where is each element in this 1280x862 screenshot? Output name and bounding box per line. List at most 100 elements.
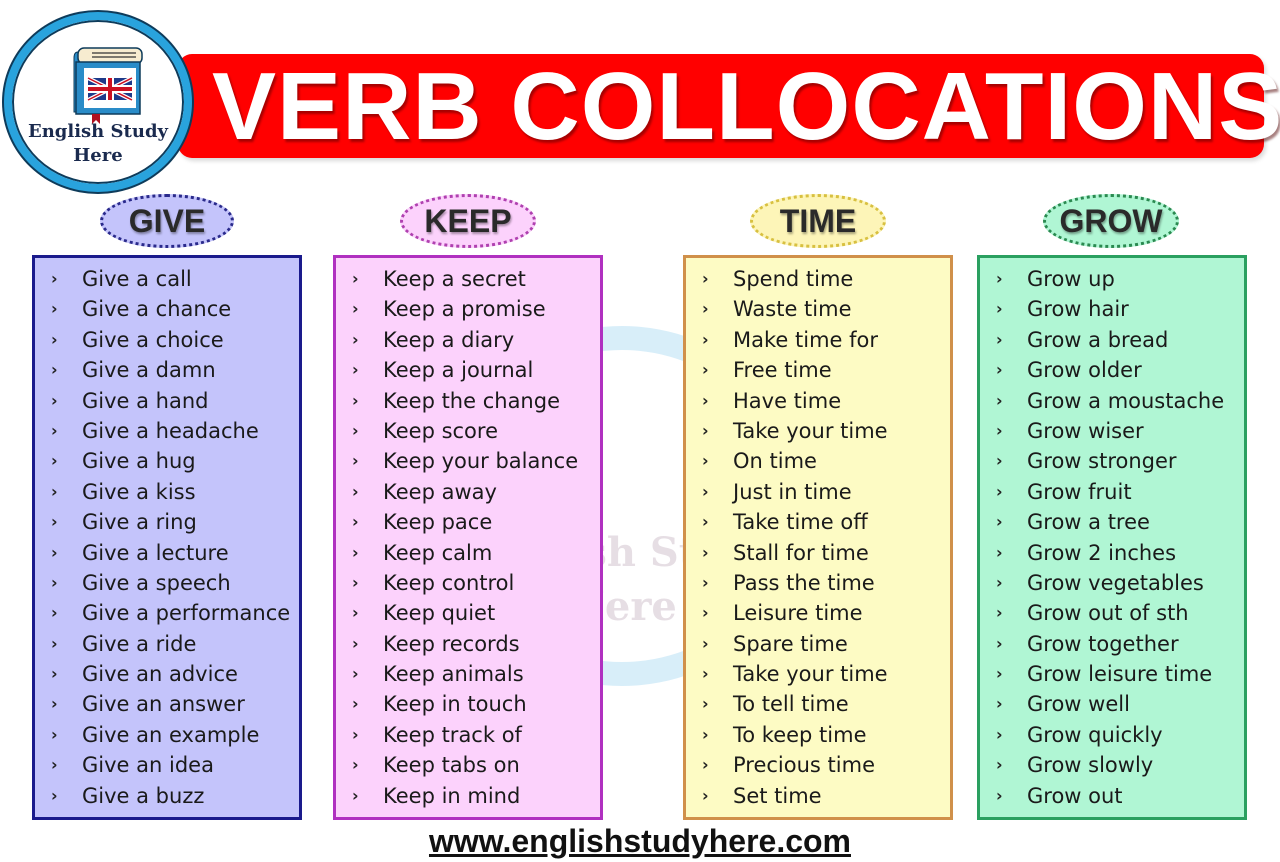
collocation-text: Give an answer — [82, 692, 245, 717]
list-item: › Grow vegetables — [980, 568, 1244, 598]
collocation-text: To keep time — [733, 722, 867, 747]
list-item: › Just in time — [686, 477, 950, 507]
collocation-text: Give a performance — [82, 601, 291, 626]
collocation-text: Stall for time — [733, 540, 869, 565]
list-item: › Spare time — [686, 629, 950, 659]
list-item: › Keep records — [336, 629, 600, 659]
chevron-right-icon: › — [51, 664, 58, 684]
list-item: › Take your time — [686, 659, 950, 689]
list-item: › Keep animals — [336, 659, 600, 689]
chevron-right-icon: › — [702, 329, 709, 349]
list-item: › Give an answer — [35, 689, 299, 719]
heading-grow: GROW — [1043, 194, 1179, 248]
chevron-right-icon: › — [352, 390, 359, 410]
collocation-text: Keep your balance — [383, 449, 579, 474]
list-give: › Give a call › Give a chance › Give a choice… — [32, 255, 302, 820]
chevron-right-icon: › — [51, 390, 58, 410]
collocation-text: Grow older — [1027, 358, 1142, 383]
list-item: › Give a hand — [35, 386, 299, 416]
collocation-text: Give a choice — [82, 327, 224, 352]
list-item: › Grow stronger — [980, 446, 1244, 476]
chevron-right-icon: › — [352, 299, 359, 319]
chevron-right-icon: › — [702, 664, 709, 684]
list-item: › Give a hug — [35, 446, 299, 476]
collocation-text: Free time — [733, 358, 832, 383]
chevron-right-icon: › — [702, 451, 709, 471]
chevron-right-icon: › — [996, 512, 1003, 532]
collocation-text: Keep a journal — [383, 358, 534, 383]
chevron-right-icon: › — [51, 451, 58, 471]
list-item: › On time — [686, 446, 950, 476]
chevron-right-icon: › — [702, 572, 709, 592]
chevron-right-icon: › — [352, 512, 359, 532]
list-item: › Grow well — [980, 689, 1244, 719]
collocation-text: Give a kiss — [82, 479, 196, 504]
list-item: › Grow a tree — [980, 507, 1244, 537]
list-item: › Stall for time — [686, 538, 950, 568]
collocation-text: Take your time — [733, 662, 888, 687]
heading-keep: KEEP — [400, 194, 536, 248]
list-item: › Grow a bread — [980, 325, 1244, 355]
chevron-right-icon: › — [352, 694, 359, 714]
chevron-right-icon: › — [996, 390, 1003, 410]
chevron-right-icon: › — [702, 724, 709, 744]
collocation-text: Keep pace — [383, 510, 493, 535]
collocation-text: Keep away — [383, 479, 497, 504]
list-item: › Keep your balance — [336, 446, 600, 476]
chevron-right-icon: › — [996, 420, 1003, 440]
list-item: › Give a ring — [35, 507, 299, 537]
collocation-text: Give a headache — [82, 418, 259, 443]
chevron-right-icon: › — [51, 269, 58, 288]
collocation-text: Grow a bread — [1027, 327, 1169, 352]
list-item: › To keep time — [686, 720, 950, 750]
chevron-right-icon: › — [352, 664, 359, 684]
list-item: › Give an idea — [35, 750, 299, 780]
chevron-right-icon: › — [352, 451, 359, 471]
list-item: › Keep pace — [336, 507, 600, 537]
list-item: › Have time — [686, 386, 950, 416]
chevron-right-icon: › — [51, 603, 58, 623]
collocation-text: Pass the time — [733, 570, 875, 595]
chevron-right-icon: › — [996, 299, 1003, 319]
list-item: › Grow a moustache — [980, 386, 1244, 416]
chevron-right-icon: › — [51, 360, 58, 380]
chevron-right-icon: › — [51, 572, 58, 592]
collocation-text: Give a ride — [82, 631, 197, 656]
chevron-right-icon: › — [352, 481, 359, 501]
collocation-text: Grow out of sth — [1027, 601, 1189, 626]
list-item: › Grow up — [980, 264, 1244, 294]
list-item: › Grow hair — [980, 294, 1244, 324]
chevron-right-icon: › — [702, 755, 709, 775]
chevron-right-icon: › — [702, 269, 709, 288]
list-item: › Keep a promise — [336, 294, 600, 324]
chevron-right-icon: › — [702, 481, 709, 501]
collocation-text: Give a hand — [82, 388, 209, 413]
chevron-right-icon: › — [352, 755, 359, 775]
chevron-right-icon: › — [51, 420, 58, 440]
list-item: › Give a speech — [35, 568, 299, 598]
collocation-text: On time — [733, 449, 817, 474]
collocation-text: Give a call — [82, 267, 192, 291]
page-title: VERB COLLOCATIONS — [212, 53, 1280, 160]
collocation-text: Give a hug — [82, 449, 196, 474]
list-item: › Grow 2 inches — [980, 538, 1244, 568]
collocation-text: Give an example — [82, 722, 260, 747]
collocation-text: Grow quickly — [1027, 722, 1163, 747]
chevron-right-icon: › — [352, 603, 359, 623]
book-with-union-jack-icon — [73, 47, 143, 124]
chevron-right-icon: › — [996, 694, 1003, 714]
chevron-right-icon: › — [352, 633, 359, 653]
list-item: › Give a buzz — [35, 781, 299, 811]
list-item: › Give a ride — [35, 629, 299, 659]
website-link[interactable]: www.englishstudyhere.com — [0, 822, 1280, 860]
collocation-text: Grow hair — [1027, 297, 1129, 322]
collocation-text: Give a ring — [82, 510, 197, 535]
collocation-text: Give a speech — [82, 570, 231, 595]
list-item: › To tell time — [686, 689, 950, 719]
list-item: › Keep score — [336, 416, 600, 446]
collocation-text: Grow 2 inches — [1027, 540, 1177, 565]
list-item: › Grow slowly — [980, 750, 1244, 780]
collocation-text: Keep a diary — [383, 327, 515, 352]
list-item: › Keep away — [336, 477, 600, 507]
chevron-right-icon: › — [996, 329, 1003, 349]
